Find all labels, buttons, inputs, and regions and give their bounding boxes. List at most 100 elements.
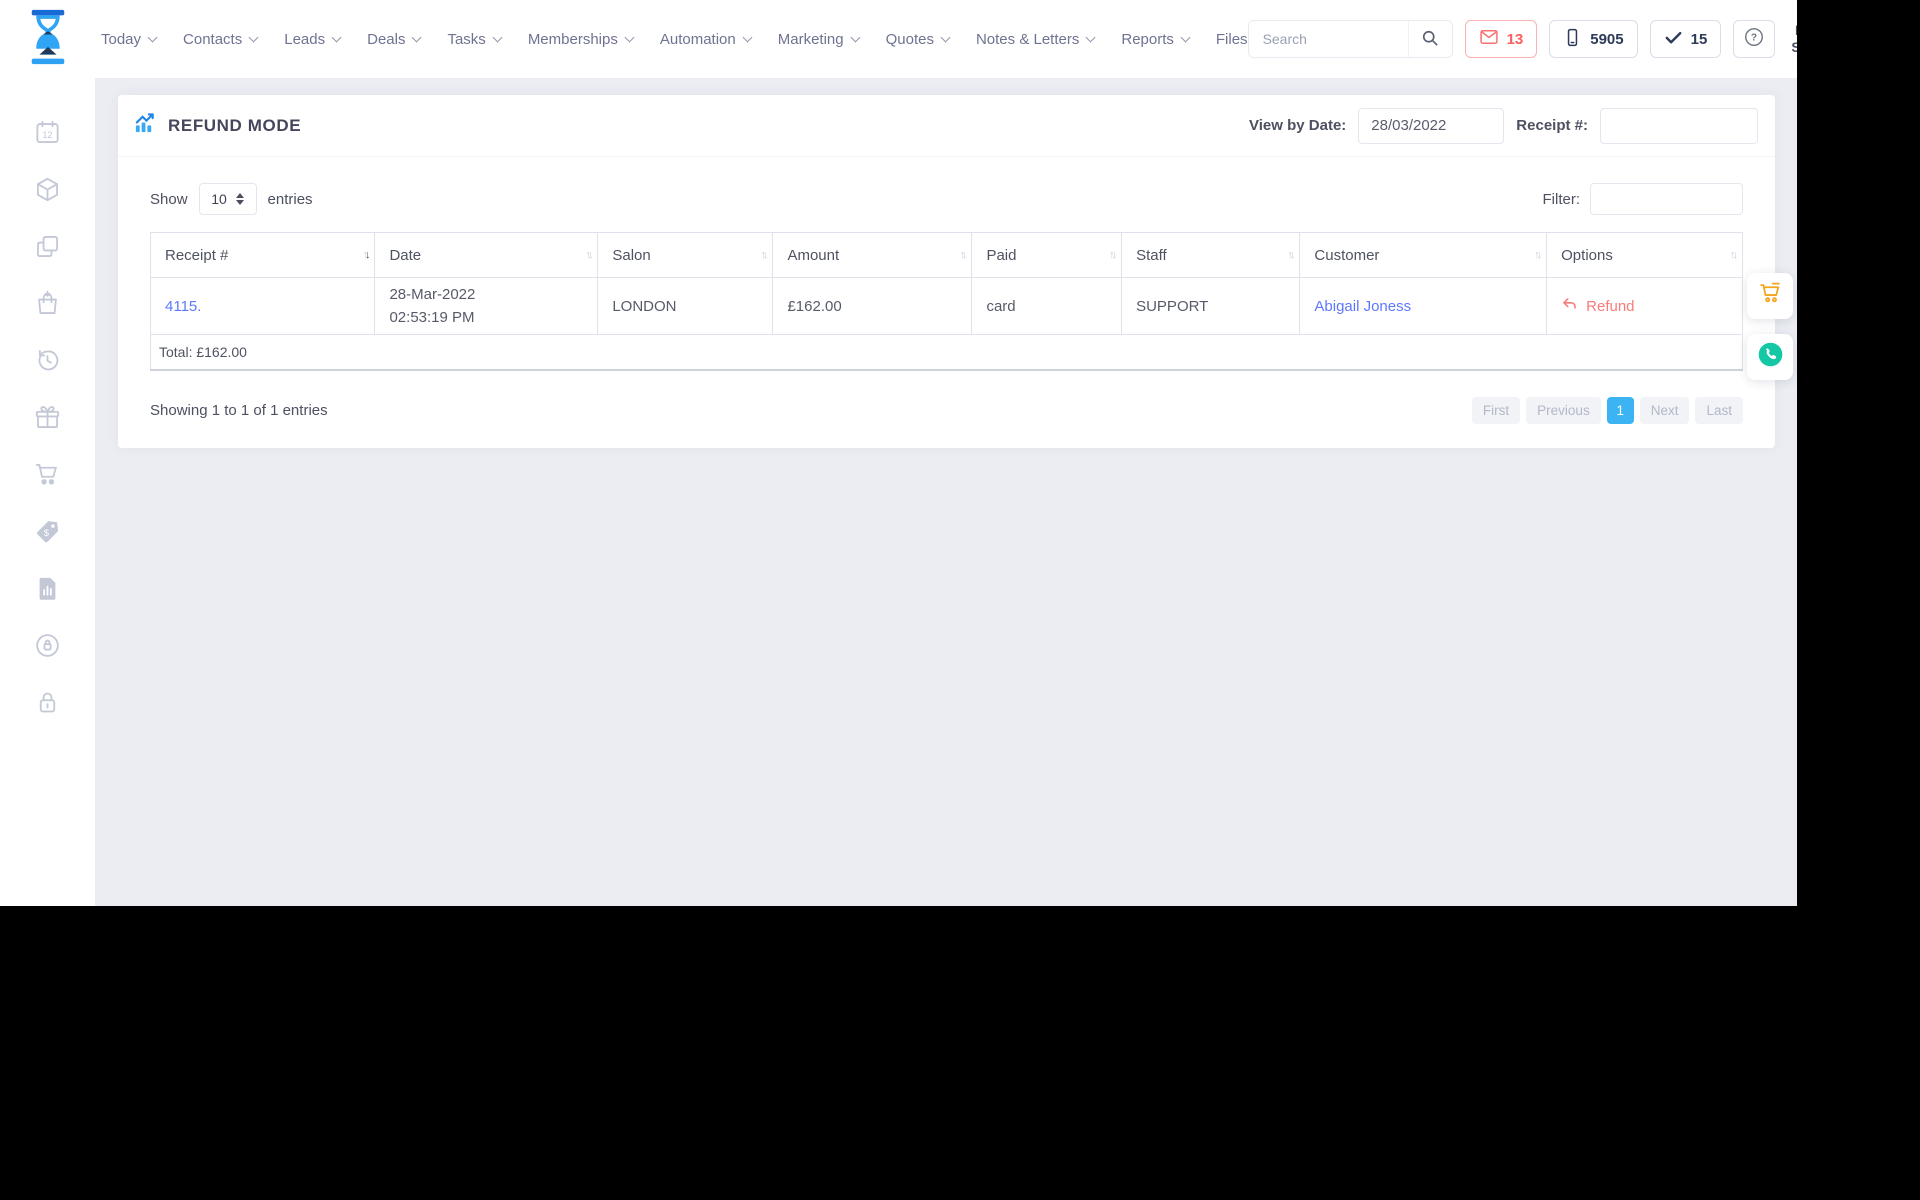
salon-cell-text: LONDON bbox=[612, 297, 677, 315]
pagination-next[interactable]: Next bbox=[1639, 396, 1690, 424]
mobile-phone-icon bbox=[1563, 28, 1582, 51]
package-icon bbox=[34, 176, 61, 208]
nav-item-quotes[interactable]: Quotes bbox=[886, 31, 951, 48]
entries-label: entries bbox=[267, 190, 313, 208]
column-header-receipt[interactable]: Receipt # ↑↓ bbox=[149, 232, 376, 278]
cart-fab[interactable] bbox=[1747, 273, 1793, 319]
user-name: LONDON SUPPORT bbox=[1791, 22, 1797, 56]
view-by-date-input[interactable] bbox=[1358, 107, 1505, 144]
chevron-down-icon bbox=[940, 32, 951, 42]
nav-item-label: Leads bbox=[284, 30, 326, 48]
salon-cell: LONDON bbox=[597, 277, 774, 335]
nav-item-marketing[interactable]: Marketing bbox=[777, 30, 861, 48]
column-header-date[interactable]: Date ↑↓ bbox=[374, 232, 599, 278]
user-menu[interactable]: LONDON SUPPORT bbox=[1791, 17, 1797, 61]
column-label: Date bbox=[389, 246, 422, 264]
help-button[interactable]: ? bbox=[1733, 20, 1776, 58]
sidebar-item-package[interactable] bbox=[33, 177, 62, 206]
nav-item-tasks[interactable]: Tasks bbox=[447, 31, 503, 48]
gift-icon bbox=[34, 404, 61, 436]
pagination: First Previous 1 Next Last bbox=[1471, 396, 1743, 424]
nav-item-leads[interactable]: Leads bbox=[284, 30, 342, 48]
nav-item-label: Automation bbox=[659, 30, 736, 48]
page-title: REFUND MODE bbox=[168, 115, 302, 135]
column-header-salon[interactable]: Salon ↑↓ bbox=[597, 232, 774, 278]
messages-count: 13 bbox=[1506, 30, 1524, 48]
sidebar-item-bag-receive[interactable] bbox=[33, 290, 62, 322]
customer-link[interactable]: Abigail Joness bbox=[1314, 298, 1411, 315]
nav-item-automation[interactable]: Automation bbox=[659, 30, 753, 48]
header-controls: View by Date: Receipt #: bbox=[1249, 107, 1758, 144]
chevron-down-icon bbox=[412, 32, 422, 42]
total-cell: Total: £162.00 bbox=[150, 334, 1743, 371]
nav-item-label: Marketing bbox=[777, 30, 844, 48]
nav-item-memberships[interactable]: Memberships bbox=[527, 30, 635, 48]
column-label: Customer bbox=[1314, 246, 1380, 264]
user-name-line1: LONDON bbox=[1795, 22, 1797, 39]
pagination-1[interactable]: 1 bbox=[1606, 396, 1634, 424]
price-tag-icon: $ bbox=[34, 518, 61, 550]
receipt-link[interactable]: 4115. bbox=[165, 298, 201, 315]
filter-input[interactable] bbox=[1590, 183, 1743, 215]
column-header-staff[interactable]: Staff ↑↓ bbox=[1121, 232, 1301, 278]
sidebar-item-report[interactable] bbox=[33, 576, 62, 605]
report-icon bbox=[34, 575, 61, 607]
nav-item-notes-letters[interactable]: Notes & Letters bbox=[976, 31, 1096, 48]
calls-badge[interactable]: 5905 bbox=[1549, 20, 1638, 58]
nav-item-files[interactable]: Files bbox=[1216, 31, 1248, 48]
sort-arrows-icon: ↑↓ bbox=[959, 249, 967, 261]
staff-cell: SUPPORT bbox=[1121, 277, 1301, 335]
filter-control: Filter: bbox=[1543, 183, 1743, 215]
svg-text:?: ? bbox=[1751, 33, 1757, 44]
column-label: Paid bbox=[986, 246, 1017, 264]
staff-cell-text: SUPPORT bbox=[1136, 297, 1209, 315]
history-icon bbox=[34, 347, 61, 379]
app-logo[interactable] bbox=[0, 9, 95, 70]
nav-item-deals[interactable]: Deals bbox=[367, 30, 422, 48]
sidebar-item-account-security[interactable] bbox=[33, 633, 62, 662]
column-header-amount[interactable]: Amount ↑↓ bbox=[772, 232, 973, 278]
paid-cell-text: card bbox=[986, 297, 1016, 315]
title-wrap: REFUND MODE bbox=[133, 112, 301, 140]
sidebar-item-lock[interactable] bbox=[33, 690, 62, 719]
receipt-number-input[interactable] bbox=[1600, 107, 1758, 144]
calendar-icon: 12 bbox=[34, 119, 61, 151]
sidebar-item-copy[interactable] bbox=[33, 234, 62, 263]
sidebar-item-cart[interactable] bbox=[33, 462, 62, 491]
chevron-down-icon bbox=[248, 32, 259, 42]
nav-item-label: Files bbox=[1215, 30, 1248, 48]
nav-item-label: Memberships bbox=[527, 30, 618, 48]
table-controls: Show 10 entries Filter: bbox=[150, 183, 1743, 215]
whatsapp-fab[interactable] bbox=[1747, 334, 1793, 380]
sidebar-item-gift[interactable] bbox=[33, 405, 62, 434]
search-button[interactable] bbox=[1407, 21, 1452, 57]
pagination-previous[interactable]: Previous bbox=[1526, 396, 1601, 424]
pagination-last[interactable]: Last bbox=[1695, 396, 1743, 424]
page-length-select[interactable]: 10 bbox=[198, 183, 257, 215]
shopping-cart-icon bbox=[1758, 281, 1783, 311]
messages-badge[interactable]: 13 bbox=[1464, 20, 1538, 58]
lock-icon bbox=[34, 689, 61, 721]
view-by-date-label: View by Date: bbox=[1249, 117, 1347, 134]
nav-item-contacts[interactable]: Contacts bbox=[183, 31, 259, 48]
tasks-badge[interactable]: 15 bbox=[1649, 20, 1722, 58]
nav-item-reports[interactable]: Reports bbox=[1121, 31, 1191, 48]
nav-item-today[interactable]: Today bbox=[101, 31, 158, 48]
search-input[interactable] bbox=[1248, 21, 1408, 57]
user-name-line2: SUPPORT bbox=[1791, 39, 1797, 55]
refund-button[interactable]: Refund bbox=[1561, 296, 1635, 317]
top-navigation-bar: Today Contacts Leads Deals Tasks Memberships A… bbox=[0, 0, 1797, 78]
pagination-first[interactable]: First bbox=[1471, 396, 1521, 424]
chevron-down-icon bbox=[147, 32, 158, 42]
table-footer: Showing 1 to 1 of 1 entries First Previou… bbox=[150, 396, 1743, 424]
svg-text:12: 12 bbox=[42, 130, 52, 140]
customer-cell: Abigail Joness bbox=[1299, 277, 1548, 335]
nav-item-label: Deals bbox=[367, 30, 406, 48]
column-header-paid[interactable]: Paid ↑↓ bbox=[971, 232, 1123, 278]
column-header-options[interactable]: Options ↑↓ bbox=[1546, 232, 1743, 278]
sidebar-item-history[interactable] bbox=[33, 348, 62, 377]
sidebar-item-price-tag[interactable]: $ bbox=[33, 519, 62, 548]
bag-receive-icon bbox=[34, 290, 61, 322]
sidebar-item-calendar[interactable]: 12 bbox=[33, 120, 62, 149]
column-header-customer[interactable]: Customer ↑↓ bbox=[1299, 232, 1548, 278]
